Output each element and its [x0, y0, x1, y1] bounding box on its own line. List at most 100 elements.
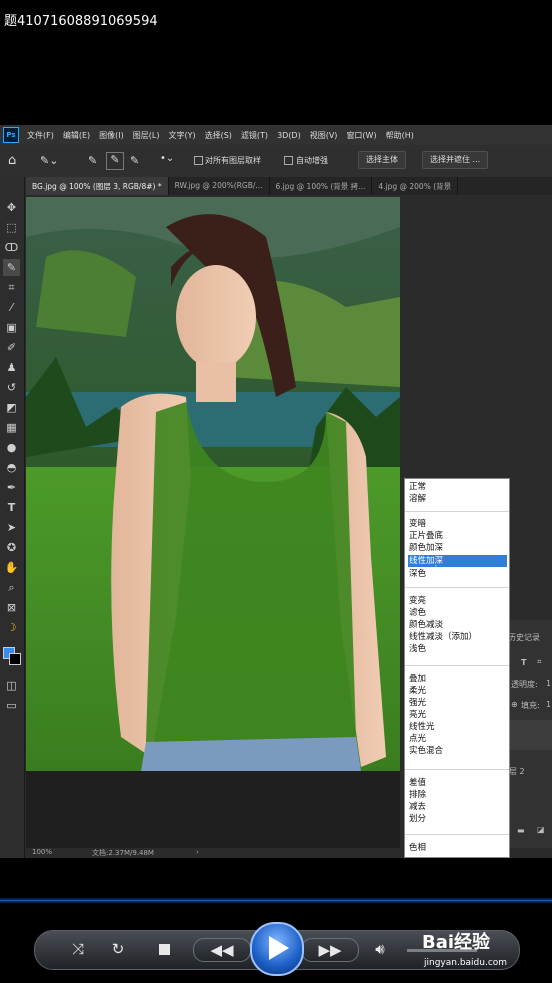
move-tool-icon[interactable]: ✥ — [3, 199, 20, 216]
menu-layer[interactable]: 图层(L) — [133, 130, 160, 141]
select-and-mask-button[interactable]: 选择并遮住 ... — [422, 151, 489, 169]
tab-4[interactable]: 4.jpg @ 200% (背景 — [372, 177, 459, 195]
shape-filter-icon[interactable]: ⌗ — [537, 657, 542, 667]
options-bar: ⌂ ✎⌄ ✎ ✎ ✎ •⌄ 对所有图层取样 自动增强 选择主体 选择并遮住 ..… — [0, 145, 552, 178]
blend-linear-dodge[interactable]: 线性减淡（添加） — [408, 631, 507, 643]
blend-darker-color[interactable]: 深色 — [408, 568, 507, 580]
layer-row-selected[interactable] — [505, 720, 552, 750]
repeat-icon[interactable]: ↻ — [107, 938, 129, 960]
type-tool-icon[interactable]: T — [3, 499, 20, 516]
add-to-selection-icon[interactable]: ✎ — [106, 152, 124, 170]
menu-file[interactable]: 文件(F) — [27, 130, 54, 141]
layer-2-label[interactable]: 层 2 — [509, 766, 525, 777]
blend-multiply[interactable]: 正片叠底 — [408, 530, 507, 542]
blend-dissolve[interactable]: 溶解 — [408, 493, 507, 505]
blur-tool-icon[interactable]: ● — [3, 439, 20, 456]
background-color-swatch[interactable] — [9, 653, 21, 665]
menu-image[interactable]: 图像(I) — [99, 130, 124, 141]
menu-help[interactable]: 帮助(H) — [386, 130, 414, 141]
status-arrow-icon[interactable]: › — [196, 848, 199, 856]
type-filter-icon[interactable]: T — [521, 658, 526, 667]
eyedropper-tool-icon[interactable]: ⁄ — [3, 299, 20, 316]
brush-tool-icon[interactable]: ✐ — [3, 339, 20, 356]
history-panel-tab[interactable]: 历史记录 — [508, 632, 540, 643]
subtract-selection-icon[interactable]: ✎ — [130, 154, 139, 167]
blend-divide[interactable]: 划分 — [408, 813, 507, 825]
blend-difference[interactable]: 差值 — [408, 777, 507, 789]
gradient-tool-icon[interactable]: ▦ — [3, 419, 20, 436]
blend-linear-burn[interactable]: 线性加深 — [408, 555, 507, 567]
play-icon — [269, 936, 289, 960]
sample-all-layers-checkbox[interactable] — [194, 156, 203, 165]
menu-edit[interactable]: 编辑(E) — [63, 130, 90, 141]
clone-stamp-icon[interactable]: ♟ — [3, 359, 20, 376]
menu-select[interactable]: 选择(S) — [205, 130, 232, 141]
dodge-tool-icon[interactable]: ◓ — [3, 459, 20, 476]
blend-color-dodge[interactable]: 颜色减淡 — [408, 619, 507, 631]
blend-screen[interactable]: 滤色 — [408, 607, 507, 619]
blend-hue[interactable]: 色相 — [408, 842, 507, 854]
banana-icon[interactable]: ☽ — [3, 619, 20, 636]
next-button[interactable]: ▶▶ — [301, 938, 359, 962]
blend-hard-mix[interactable]: 实色混合 — [408, 745, 507, 757]
path-selection-icon[interactable]: ➤ — [3, 519, 20, 536]
menu-window[interactable]: 窗口(W) — [346, 130, 376, 141]
blend-hard-light[interactable]: 强光 — [408, 697, 507, 709]
shuffle-icon[interactable]: ⤨ — [67, 938, 89, 960]
eraser-tool-icon[interactable]: ◩ — [3, 399, 20, 416]
page-title: 题410716088910695​94 — [4, 14, 158, 29]
blend-color-burn[interactable]: 颜色加深 — [408, 542, 507, 554]
blend-subtract[interactable]: 减去 — [408, 801, 507, 813]
stop-icon[interactable] — [159, 944, 170, 955]
volume-icon[interactable]: 🔊︎ — [369, 938, 391, 960]
quick-selection-preset-icon[interactable]: ✎⌄ — [40, 154, 58, 167]
tab-rw[interactable]: RW.jpg @ 200%(RGB/... — [169, 177, 270, 195]
blend-darken[interactable]: 变暗 — [408, 518, 507, 530]
frame-tool-icon[interactable]: ⊠ — [3, 599, 20, 616]
hand-tool-icon[interactable]: ✋ — [3, 559, 20, 576]
menu-3d[interactable]: 3D(D) — [277, 131, 301, 140]
auto-enhance-checkbox[interactable] — [284, 156, 293, 165]
tab-6[interactable]: 6.jpg @ 100% (背景 拷... — [270, 177, 373, 195]
select-subject-button[interactable]: 选择主体 — [358, 151, 406, 169]
fill-value[interactable]: 1 — [546, 700, 551, 709]
quick-selection-tool-icon[interactable]: ✎ — [3, 259, 20, 276]
blend-mode-dropdown[interactable]: 正常 溶解 变暗 正片叠底 颜色加深 线性加深 深色 ☝ 变亮 滤色 颜色减淡 … — [404, 478, 510, 858]
menu-type[interactable]: 文字(Y) — [168, 130, 195, 141]
crop-tool-icon[interactable]: ⌗ — [3, 279, 20, 296]
folder-icon[interactable]: ▬ — [517, 826, 525, 835]
blend-pin-light[interactable]: 点光 — [408, 733, 507, 745]
lasso-tool-icon[interactable]: ↀ — [3, 239, 20, 256]
blend-soft-light[interactable]: 柔光 — [408, 685, 507, 697]
new-layer-icon[interactable]: ◪ — [537, 825, 545, 834]
zoom-level[interactable]: 100% — [32, 848, 52, 856]
blend-exclusion[interactable]: 排除 — [408, 789, 507, 801]
menu-view[interactable]: 视图(V) — [310, 130, 338, 141]
blend-normal[interactable]: 正常 — [408, 481, 507, 493]
play-button[interactable] — [250, 922, 304, 976]
tab-bg[interactable]: BG.jpg @ 100% (图层 3, RGB/8#) * — [26, 177, 169, 195]
pen-tool-icon[interactable]: ✒ — [3, 479, 20, 496]
history-brush-icon[interactable]: ↺ — [3, 379, 20, 396]
blend-vivid-light[interactable]: 亮光 — [408, 709, 507, 721]
screen-mode-icon[interactable]: ▭ — [3, 697, 20, 714]
new-selection-icon[interactable]: ✎ — [88, 154, 97, 167]
zoom-tool-icon[interactable]: ⌕ — [3, 579, 20, 596]
home-icon[interactable]: ⌂ — [8, 153, 16, 168]
lock-icon[interactable]: ⊕ — [511, 700, 518, 709]
document-canvas[interactable] — [26, 197, 400, 771]
photoshop-logo-icon[interactable]: Ps — [3, 127, 19, 143]
custom-shape-icon[interactable]: ✪ — [3, 539, 20, 556]
opacity-value[interactable]: 1 — [546, 679, 551, 688]
healing-brush-icon[interactable]: ▣ — [3, 319, 20, 336]
blend-lighter-color[interactable]: 浅色 — [408, 643, 507, 655]
blend-linear-light[interactable]: 线性光 — [408, 721, 507, 733]
marquee-tool-icon[interactable]: ⬚ — [3, 219, 20, 236]
quick-mask-icon[interactable]: ◫ — [3, 677, 20, 694]
blend-lighten[interactable]: 变亮 — [408, 595, 507, 607]
menu-filter[interactable]: 滤镜(T) — [241, 130, 268, 141]
blend-overlay[interactable]: 叠加 — [408, 673, 507, 685]
cursor-hand-icon: ☝ — [431, 563, 438, 576]
previous-button[interactable]: ◀◀ — [193, 938, 251, 962]
brush-size-icon[interactable]: •⌄ — [160, 153, 174, 164]
